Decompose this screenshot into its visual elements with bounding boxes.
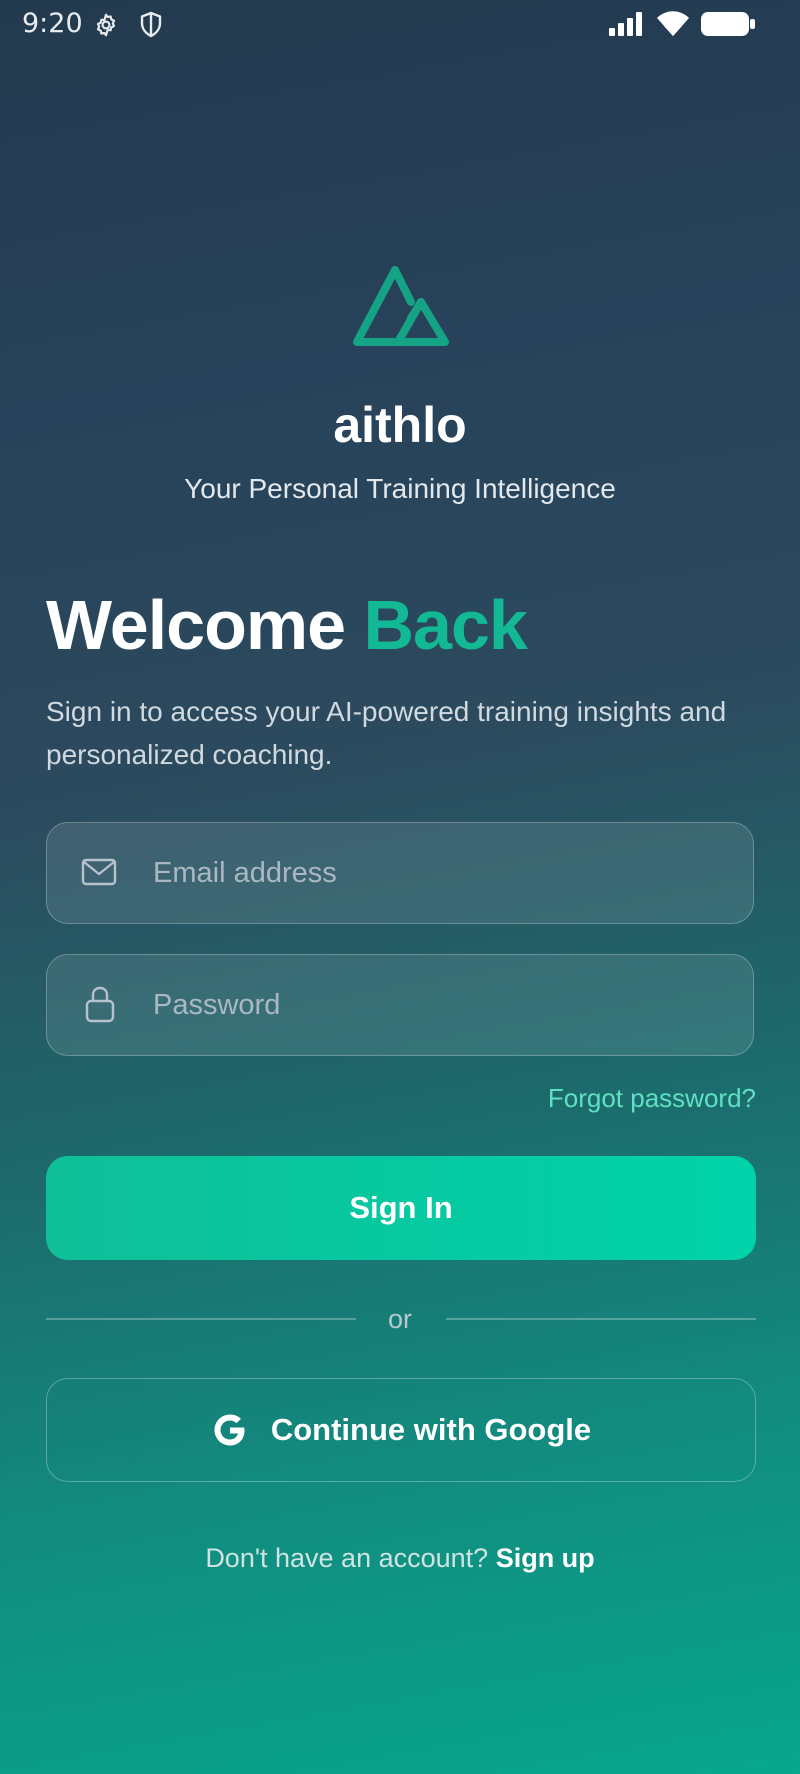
- divider-line-right: [446, 1318, 756, 1320]
- forgot-password-link[interactable]: Forgot password?: [548, 1083, 756, 1114]
- battery-icon: [701, 12, 755, 36]
- google-button-label: Continue with Google: [270, 1412, 592, 1447]
- email-input[interactable]: [153, 823, 733, 923]
- mail-icon: [81, 858, 117, 886]
- shield-icon: [140, 11, 162, 38]
- signup-row: Don't have an account? Sign up: [0, 1543, 800, 1574]
- signup-link[interactable]: Sign up: [496, 1543, 595, 1573]
- welcome-subtitle: Sign in to access your AI-powered traini…: [46, 696, 727, 770]
- email-field[interactable]: [46, 822, 754, 924]
- welcome-heading-accent: Back: [363, 586, 528, 664]
- password-field[interactable]: [46, 954, 754, 1056]
- settings-icon: [96, 13, 116, 37]
- google-signin-button[interactable]: Continue with Google: [46, 1378, 756, 1482]
- sign-in-button[interactable]: Sign In: [46, 1156, 756, 1260]
- status-bar: 9:20: [0, 0, 800, 48]
- password-input[interactable]: [153, 955, 733, 1055]
- google-icon: [211, 1411, 249, 1449]
- status-time: 9:20: [22, 8, 83, 39]
- signup-prompt: Don't have an account?: [205, 1543, 489, 1573]
- welcome-heading: Welcome Back: [46, 585, 528, 665]
- wifi-icon: [657, 11, 689, 36]
- mountain-logo-icon: [353, 266, 449, 346]
- app-name: aithlo: [333, 397, 467, 453]
- app-tagline: Your Personal Training Intelligence: [184, 473, 616, 504]
- signal-icon: [609, 12, 642, 36]
- welcome-heading-part1: Welcome: [46, 586, 346, 664]
- lock-icon: [85, 986, 115, 1023]
